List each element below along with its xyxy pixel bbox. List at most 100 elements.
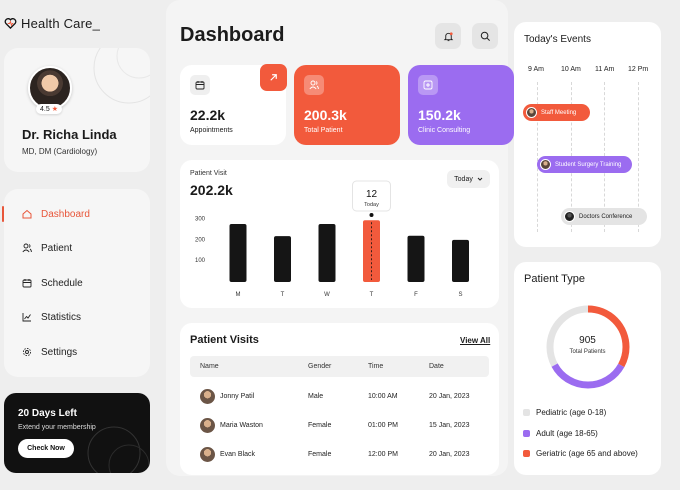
x-tick-label: T [370, 292, 374, 298]
sidebar-item-patient[interactable]: Patient [4, 235, 150, 261]
legend-item-geriatric: Geriatric (age 65 and above) [523, 449, 638, 458]
open-appointments-button[interactable] [260, 64, 287, 91]
rating-badge: 4.5 ★ [36, 104, 63, 114]
bell-icon [443, 31, 453, 41]
table-row[interactable]: Evan Black Female 12:00 PM 20 Jan, 2023 [190, 442, 489, 468]
heart-logo-icon [4, 18, 17, 30]
sidebar-nav: Dashboard Patient Schedule Statistics Se… [2, 189, 150, 377]
cell-gender: Male [308, 393, 324, 400]
profile-card: 4.5 ★ Dr. Richa Linda MD, DM (Cardiology… [4, 48, 150, 172]
patient-visit-card: Patient Visit 202.2k Today 300 200 100 M T W T… [180, 160, 499, 308]
notifications-button[interactable] [435, 23, 461, 49]
avatar [526, 107, 537, 118]
event-doctors-conference[interactable]: Doctors Conference [561, 208, 647, 225]
cell-time: 01:00 PM [368, 422, 398, 429]
donut-total-value: 905 [579, 335, 596, 346]
y-tick-label: 100 [195, 258, 206, 264]
tooltip-label: Today [364, 202, 379, 208]
gear-icon [22, 347, 32, 357]
column-header-name[interactable]: Name [200, 363, 219, 370]
avatar [540, 159, 551, 170]
table-header: Name Gender Time Date [190, 356, 489, 377]
sidebar-item-label: Dashboard [41, 208, 90, 220]
event-staff-meeting[interactable]: Staff Meeting [523, 104, 590, 121]
doctor-specialty: MD, DM (Cardiology) [22, 147, 98, 156]
column-header-date[interactable]: Date [429, 363, 444, 370]
stat-value: 150.2k [418, 107, 461, 123]
y-tick-label: 300 [195, 217, 206, 223]
event-label: Student Surgery Training [555, 161, 622, 168]
time-label: 9 Am [528, 66, 544, 73]
event-student-surgery-training[interactable]: Student Surgery Training [537, 156, 632, 173]
avatar [200, 447, 215, 462]
chart-icon [22, 313, 31, 322]
calendar-icon [22, 279, 32, 288]
cell-name: Jonny Patil [220, 393, 255, 400]
doctor-name: Dr. Richa Linda [22, 127, 117, 142]
sidebar-item-label: Settings [41, 346, 78, 358]
stat-label: Total Patient [304, 127, 343, 134]
stat-card-clinic-consulting[interactable]: 150.2k Clinic Consulting [408, 65, 514, 145]
check-now-button[interactable]: Check Now [18, 439, 74, 458]
event-label: Staff Meeting [541, 109, 577, 116]
stat-value: 22.2k [190, 107, 226, 123]
star-icon: ★ [51, 106, 59, 113]
x-tick-label: S [458, 292, 462, 298]
sidebar-item-statistics[interactable]: Statistics [4, 304, 150, 330]
todays-events-card: Today's Events 9 Am 10 Am 11 Am 12 Pm St… [514, 22, 661, 247]
cell-gender: Female [308, 451, 332, 458]
y-tick-label: 200 [195, 237, 206, 243]
users-icon [304, 75, 324, 95]
decorative-rings [87, 426, 150, 473]
sidebar-item-schedule[interactable]: Schedule [4, 270, 150, 296]
legend-label: Adult (age 18-65) [536, 429, 598, 438]
sidebar-item-label: Statistics [41, 311, 82, 323]
bar [229, 223, 247, 282]
stat-card-total-patient[interactable]: 200.3k Total Patient [294, 65, 400, 145]
sidebar-item-label: Patient [41, 242, 73, 254]
search-icon [480, 31, 490, 41]
sidebar-item-settings[interactable]: Settings [4, 339, 150, 365]
legend-label: Pediatric (age 0-18) [536, 408, 607, 417]
x-tick-label: F [414, 292, 418, 298]
patient-visit-bar-chart: 300 200 100 M T W T 12 Today F S [195, 180, 469, 298]
promo-subtitle: Extend your membership [18, 424, 96, 431]
doctor-avatar[interactable]: 4.5 ★ [28, 66, 72, 114]
legend-label: Geriatric (age 65 and above) [536, 449, 638, 458]
column-header-time[interactable]: Time [368, 363, 383, 370]
legend-swatch [523, 430, 530, 437]
patient-visits-table: Patient Visits View All Name Gender Time… [180, 323, 499, 475]
brand-logo[interactable]: Health Care_ [4, 16, 100, 31]
event-label: Doctors Conference [579, 213, 633, 220]
cell-time: 10:00 AM [368, 393, 398, 400]
search-button[interactable] [472, 23, 498, 49]
home-icon [22, 209, 32, 219]
promo-title: 20 Days Left [18, 408, 77, 419]
events-title: Today's Events [524, 34, 591, 45]
stat-label: Appointments [190, 127, 233, 134]
table-title: Patient Visits [190, 334, 259, 346]
cell-date: 20 Jan, 2023 [429, 393, 470, 400]
time-label: 12 Pm [628, 66, 649, 73]
sidebar-item-dashboard[interactable]: Dashboard [2, 201, 150, 227]
cell-date: 20 Jan, 2023 [429, 451, 470, 458]
table-row[interactable]: Maria Waston Female 01:00 PM 15 Jan, 202… [190, 413, 489, 439]
x-tick-label: W [324, 292, 330, 298]
tooltip-value: 12 [366, 189, 378, 200]
patient-type-title: Patient Type [524, 273, 585, 285]
calendar-icon [190, 75, 210, 95]
x-tick-label: T [281, 292, 285, 298]
legend-swatch [523, 409, 530, 416]
avatar [564, 211, 575, 222]
avatar [200, 389, 215, 404]
table-row[interactable]: Jonny Patil Male 10:00 AM 20 Jan, 2023 [190, 384, 489, 410]
users-icon [22, 243, 32, 253]
stat-label: Clinic Consulting [418, 127, 471, 134]
column-header-gender[interactable]: Gender [308, 363, 331, 370]
avatar [200, 418, 215, 433]
patient-type-card: Patient Type 905 Total Patients Pediatri… [514, 262, 661, 475]
x-tick-label: M [236, 292, 241, 298]
brand-name: Health Care_ [21, 16, 100, 31]
time-label: 11 Am [595, 66, 615, 73]
view-all-link[interactable]: View All [460, 336, 490, 345]
